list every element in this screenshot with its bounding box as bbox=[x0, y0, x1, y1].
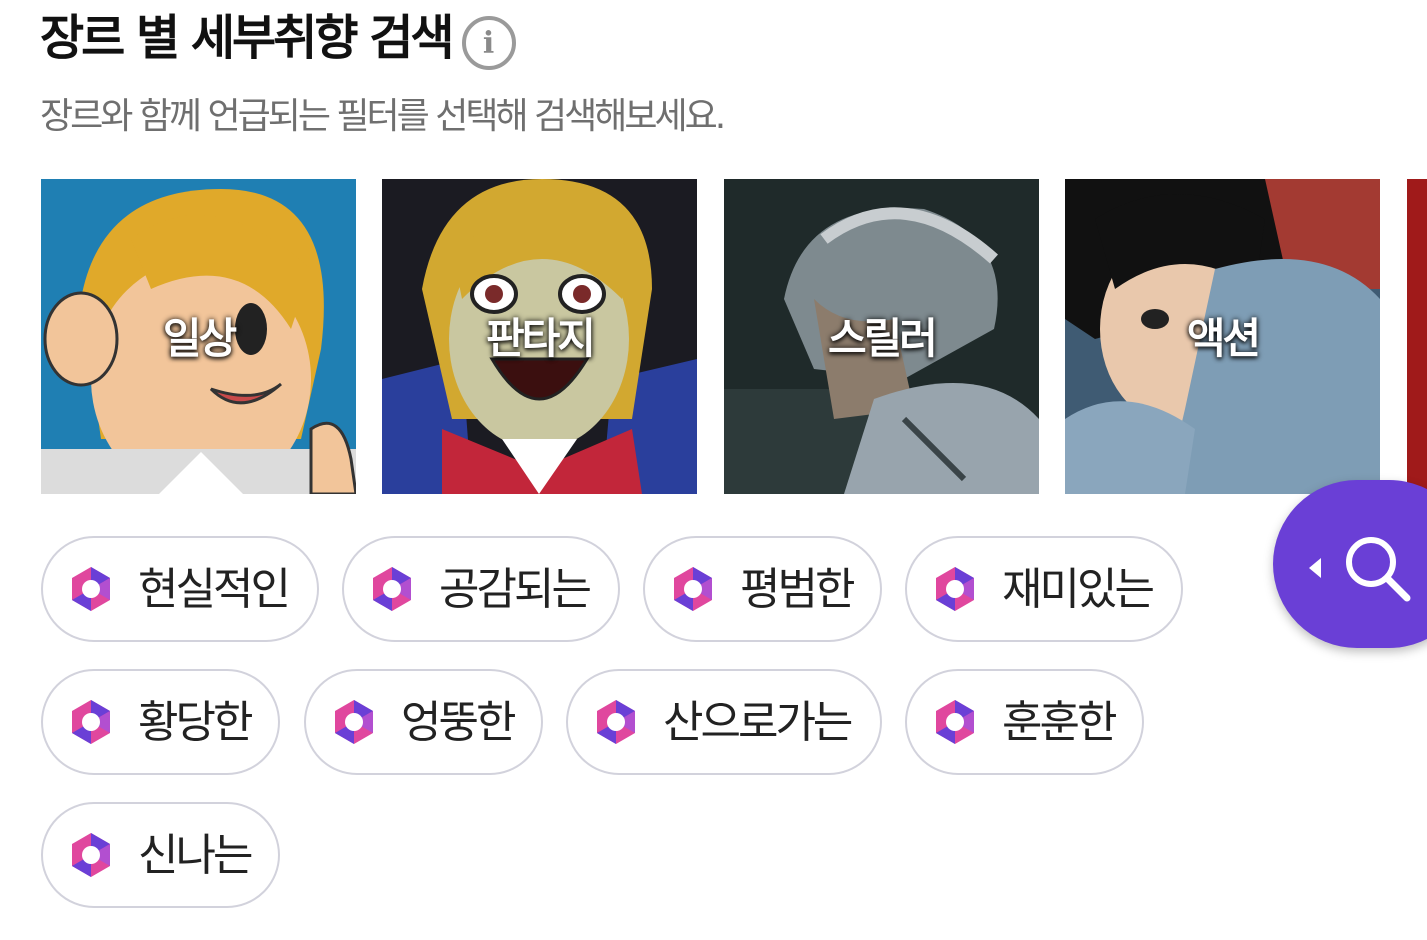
filter-chip-icon bbox=[674, 567, 712, 611]
filter-chip[interactable]: 훈훈한 bbox=[905, 669, 1144, 775]
page-subtitle: 장르와 함께 언급되는 필터를 선택해 검색해보세요. bbox=[40, 96, 726, 137]
genre-card-fantasy[interactable]: 판타지 bbox=[382, 179, 697, 494]
genre-card-next-partial[interactable] bbox=[1407, 179, 1427, 494]
filter-chip[interactable]: 현실적인 bbox=[41, 536, 319, 642]
filter-chip-label: 공감되는 bbox=[439, 564, 592, 615]
filter-chip-label: 황당한 bbox=[138, 697, 253, 748]
genre-label: 스릴러 bbox=[828, 314, 938, 363]
filter-chip-icon bbox=[936, 700, 974, 744]
filter-chip-label: 훈훈한 bbox=[1002, 697, 1117, 748]
genre-label: 판타지 bbox=[486, 314, 596, 363]
filter-chip-icon bbox=[373, 567, 411, 611]
filter-chip-icon bbox=[936, 567, 974, 611]
filter-chip[interactable]: 엉뚱한 bbox=[304, 669, 543, 775]
filter-chip[interactable]: 신나는 bbox=[41, 802, 280, 908]
filter-chip-icon bbox=[72, 567, 110, 611]
genre-label: 액션 bbox=[1186, 314, 1261, 363]
filter-chip-icon bbox=[597, 700, 635, 744]
filter-chip-icon bbox=[335, 700, 373, 744]
selected-indicator bbox=[159, 452, 243, 494]
filter-chip-label: 현실적인 bbox=[138, 564, 291, 615]
filter-chip[interactable]: 산으로가는 bbox=[566, 669, 882, 775]
genre-card-action[interactable]: 액션 bbox=[1065, 179, 1380, 494]
filter-chip-label: 산으로가는 bbox=[663, 697, 853, 748]
filter-chip-label: 재미있는 bbox=[1002, 564, 1155, 615]
genre-card-daily[interactable]: 일상 bbox=[41, 179, 356, 494]
filter-chip-label: 신나는 bbox=[138, 830, 253, 881]
genre-label: 일상 bbox=[162, 314, 237, 363]
filter-chip[interactable]: 재미있는 bbox=[905, 536, 1183, 642]
genre-card-thriller[interactable]: 스릴러 bbox=[724, 179, 1039, 494]
filter-chip-icon bbox=[72, 700, 110, 744]
title-row: 장르 별 세부취향 검색 i bbox=[40, 6, 516, 70]
filter-chip[interactable]: 황당한 bbox=[41, 669, 280, 775]
search-icon bbox=[1346, 537, 1411, 602]
page-title: 장르 별 세부취향 검색 bbox=[40, 10, 455, 66]
filter-chip[interactable]: 평범한 bbox=[643, 536, 882, 642]
genre-filter-page: 장르 별 세부취향 검색 i 장르와 함께 언급되는 필터를 선택해 검색해보세… bbox=[0, 0, 1427, 940]
filter-chip-label: 평범한 bbox=[740, 564, 855, 615]
genre-thumbnail-partial bbox=[1407, 179, 1427, 494]
genre-carousel[interactable]: 일상 판타지 스릴러 액션 bbox=[41, 179, 1427, 495]
filter-chip-label: 엉뚱한 bbox=[401, 697, 516, 748]
filter-chip[interactable]: 공감되는 bbox=[342, 536, 620, 642]
chevron-left-icon bbox=[1309, 558, 1321, 578]
search-fab-button[interactable] bbox=[1273, 480, 1427, 648]
filter-chip-icon bbox=[72, 833, 110, 877]
info-icon[interactable]: i bbox=[461, 16, 516, 70]
